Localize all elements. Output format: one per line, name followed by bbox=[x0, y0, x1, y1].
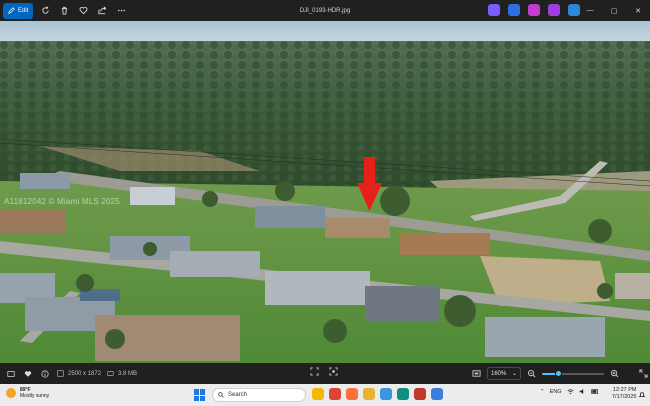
start-button[interactable] bbox=[194, 389, 206, 401]
designer-icon[interactable] bbox=[508, 4, 520, 16]
close-button[interactable]: ✕ bbox=[626, 0, 650, 21]
taskbar-clock[interactable]: 12:27 PM 7/17/2025 bbox=[612, 387, 636, 401]
wifi-icon[interactable] bbox=[566, 388, 574, 395]
trash-icon bbox=[61, 6, 68, 15]
image-size-icon bbox=[57, 370, 64, 377]
file-name: DJI_0193-HDR.jpg bbox=[299, 7, 351, 14]
photos-app-icon[interactable] bbox=[431, 388, 443, 400]
notification-bell-icon[interactable] bbox=[638, 391, 646, 399]
windows-logo-tile bbox=[194, 395, 199, 401]
windows-logo-tile bbox=[200, 395, 205, 401]
share-button[interactable] bbox=[95, 4, 109, 18]
weather-widget[interactable]: 89°F Mostly sunny bbox=[6, 387, 49, 399]
copilot-icon[interactable] bbox=[488, 4, 500, 16]
zoom-controls: 160% ⌄ bbox=[472, 363, 648, 384]
image-dimensions: 2500 x 1872 bbox=[57, 370, 101, 377]
zoom-slider-thumb[interactable] bbox=[555, 370, 563, 377]
photos-icon[interactable] bbox=[548, 4, 560, 16]
view-controls bbox=[310, 367, 338, 376]
favorite-button[interactable] bbox=[76, 4, 90, 18]
volume-icon[interactable] bbox=[579, 388, 586, 395]
zoom-dropdown[interactable]: 160% ⌄ bbox=[487, 367, 521, 380]
title-app-icons bbox=[488, 4, 580, 16]
share-icon bbox=[98, 6, 107, 15]
delete-button[interactable] bbox=[57, 4, 71, 18]
weather-description: Mostly sunny bbox=[20, 393, 50, 399]
crop-to-fit-icon[interactable] bbox=[310, 367, 319, 376]
file-info-button[interactable] bbox=[38, 367, 51, 380]
filmstrip-icon bbox=[6, 370, 15, 377]
language-indicator[interactable]: ENG bbox=[550, 389, 562, 395]
title-bar: Edit DJI_0193-HDR.jpg — ▢ ✕ bbox=[0, 0, 650, 21]
edit-pencil-icon bbox=[8, 7, 15, 14]
file-size: 3.8 MB bbox=[107, 370, 137, 377]
fit-to-window-icon[interactable] bbox=[472, 369, 481, 378]
windows-logo-tile bbox=[200, 389, 205, 395]
dimensions-text: 2500 x 1872 bbox=[68, 370, 102, 377]
pinned-apps bbox=[312, 388, 443, 400]
edit-button-label: Edit bbox=[18, 7, 29, 14]
search-icon bbox=[218, 392, 224, 398]
clock-date: 7/17/2025 bbox=[612, 394, 637, 400]
favorite-toggle[interactable] bbox=[21, 367, 34, 380]
zoom-value: 160% bbox=[491, 370, 507, 377]
storage-icon bbox=[107, 371, 114, 376]
rotate-button[interactable] bbox=[38, 4, 52, 18]
info-bar: 2500 x 1872 3.8 MB 160% ⌄ bbox=[0, 363, 650, 384]
mail-icon[interactable] bbox=[414, 388, 426, 400]
chevron-down-icon: ⌄ bbox=[511, 371, 517, 377]
window-controls: — ▢ ✕ bbox=[578, 0, 650, 21]
heart-filled-icon bbox=[24, 370, 31, 377]
ellipsis-icon bbox=[117, 9, 125, 12]
windows-taskbar: 89°F Mostly sunny Search ⌃ ENG 12:27 PM … bbox=[0, 384, 650, 406]
windows-logo-icon bbox=[194, 389, 199, 395]
chevron-up-icon[interactable]: ⌃ bbox=[540, 389, 545, 395]
filmstrip-button[interactable] bbox=[4, 367, 17, 380]
taskbar-search[interactable]: Search bbox=[212, 388, 306, 402]
edit-button[interactable]: Edit bbox=[3, 2, 34, 19]
search-placeholder: Search bbox=[228, 392, 248, 398]
zoom-out-icon[interactable] bbox=[527, 369, 536, 378]
rotate-icon bbox=[42, 6, 49, 14]
photo-viewer[interactable]: A11812042 © Miami MLS 2025 bbox=[0, 21, 650, 363]
clock-time: 12:27 PM bbox=[612, 387, 637, 393]
sun-icon bbox=[6, 388, 16, 398]
minimize-button[interactable]: — bbox=[578, 0, 602, 21]
clipchamp-icon[interactable] bbox=[528, 4, 540, 16]
more-options-button[interactable] bbox=[114, 4, 128, 18]
maximize-button[interactable]: ▢ bbox=[602, 0, 626, 21]
store-icon[interactable] bbox=[380, 388, 392, 400]
system-tray: ⌃ ENG bbox=[540, 388, 599, 395]
battery-icon[interactable] bbox=[590, 388, 599, 395]
edge-icon[interactable] bbox=[397, 388, 409, 400]
file-explorer-icon[interactable] bbox=[312, 388, 324, 400]
firefox-icon[interactable] bbox=[346, 388, 358, 400]
mls-watermark: A11812042 © Miami MLS 2025 bbox=[4, 197, 120, 206]
zoom-slider[interactable] bbox=[542, 367, 604, 380]
aerial-photo bbox=[0, 21, 650, 363]
zoom-in-icon[interactable] bbox=[610, 369, 619, 378]
full-screen-icon[interactable] bbox=[639, 369, 648, 378]
heart-outline-icon bbox=[79, 7, 88, 15]
photos-app-window: Edit DJI_0193-HDR.jpg — ▢ ✕ A11812042 © … bbox=[0, 0, 650, 406]
scan-icon[interactable] bbox=[329, 367, 338, 376]
file-size-text: 3.8 MB bbox=[118, 370, 138, 377]
info-icon bbox=[40, 369, 49, 378]
folder-icon[interactable] bbox=[363, 388, 375, 400]
chrome-icon[interactable] bbox=[329, 388, 341, 400]
